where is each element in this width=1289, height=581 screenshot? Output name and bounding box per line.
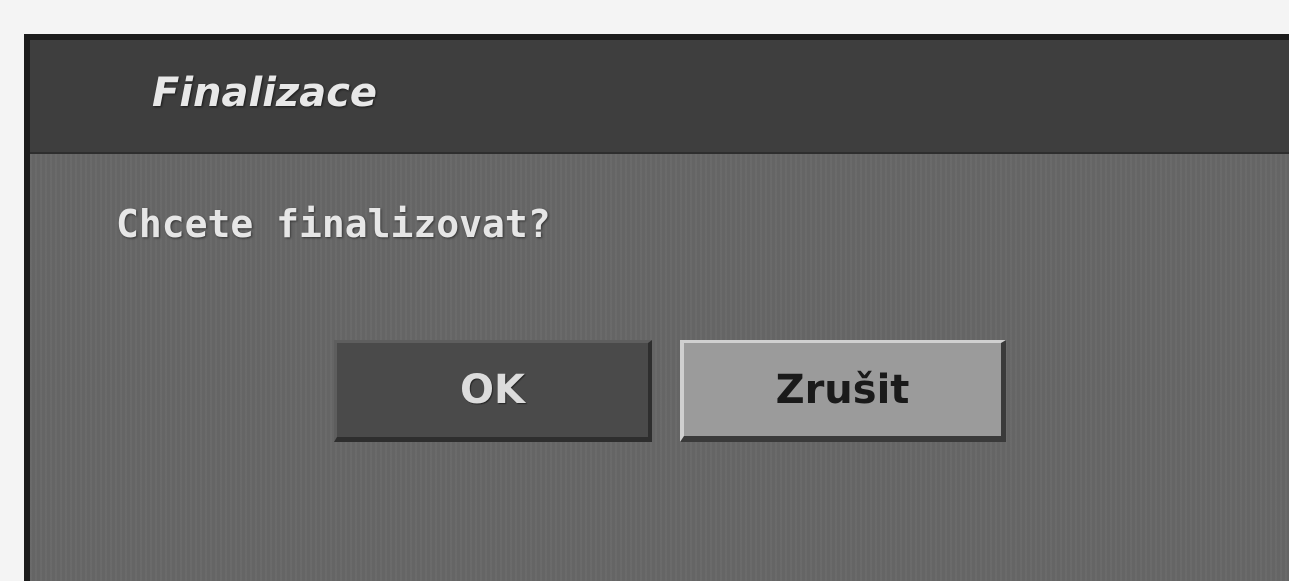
dialog-title-bar: Finalizace [30,40,1289,154]
cancel-button[interactable]: Zrušit [680,340,1006,442]
dialog-message: Chcete finalizovat? [116,202,551,246]
dialog-body: Chcete finalizovat? OK Zrušit [30,154,1289,581]
cancel-button-label: Zrušit [775,366,910,413]
dialog-title: Finalizace [152,70,378,116]
ok-button[interactable]: OK [334,340,652,442]
finalize-dialog: Finalizace Chcete finalizovat? OK Zrušit [24,34,1289,581]
ok-button-label: OK [460,367,525,413]
